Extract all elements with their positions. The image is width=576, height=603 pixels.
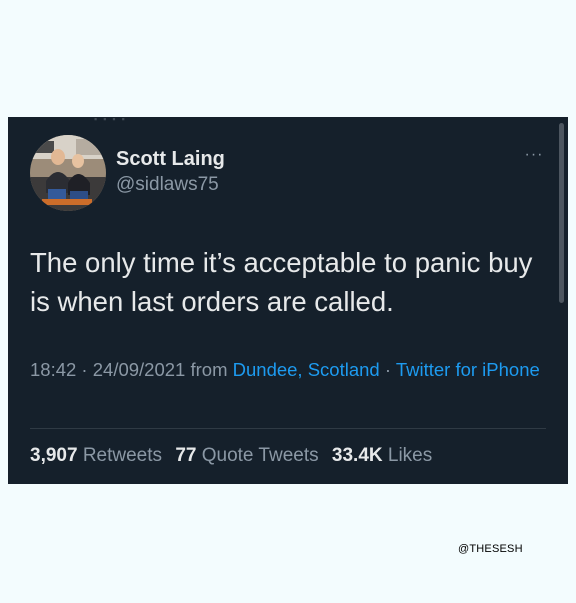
location-link[interactable]: Dundee, Scotland bbox=[233, 359, 380, 380]
retweets-stat[interactable]: 3,907 Retweets bbox=[30, 445, 162, 466]
scrollbar[interactable] bbox=[559, 123, 564, 303]
watermark: @THESESH bbox=[458, 543, 523, 555]
username-handle[interactable]: @sidlaws75 bbox=[116, 174, 219, 196]
retweets-label: Retweets bbox=[82, 445, 163, 466]
tweet-metadata: 18:42 · 24/09/2021 from Dundee, Scotland… bbox=[30, 355, 550, 384]
stats-divider bbox=[30, 428, 546, 429]
retweets-count: 3,907 bbox=[30, 445, 78, 466]
quote-tweets-count: 77 bbox=[175, 445, 197, 466]
avatar[interactable] bbox=[30, 135, 106, 211]
tweet-date[interactable]: 24/09/2021 bbox=[93, 359, 186, 380]
tweet-text: The only time it’s acceptable to panic b… bbox=[30, 247, 533, 317]
more-options-icon[interactable]: ··· bbox=[522, 147, 546, 163]
tweet-time[interactable]: 18:42 bbox=[30, 359, 76, 380]
previous-content-fragment: ▪▪▪▪ bbox=[94, 117, 131, 124]
quote-tweets-stat[interactable]: 77 Quote Tweets bbox=[175, 445, 318, 466]
display-name[interactable]: Scott Laing bbox=[116, 147, 225, 171]
metadata-separator: · bbox=[76, 359, 93, 380]
client-link[interactable]: Twitter for iPhone bbox=[396, 359, 540, 380]
likes-label: Likes bbox=[387, 445, 433, 466]
likes-stat[interactable]: 33.4K Likes bbox=[332, 445, 432, 466]
engagement-stats: 3,907 Retweets 77 Quote Tweets 33.4K Lik… bbox=[30, 443, 560, 469]
likes-count: 33.4K bbox=[331, 445, 383, 466]
from-label: from bbox=[185, 359, 233, 380]
metadata-separator: · bbox=[379, 359, 396, 380]
quote-tweets-label: Quote Tweets bbox=[201, 445, 319, 466]
avatar-photo bbox=[30, 135, 106, 211]
tweet-card: ▪▪▪▪ Scott Laing @sidlaws75 ··· The only… bbox=[8, 117, 568, 484]
